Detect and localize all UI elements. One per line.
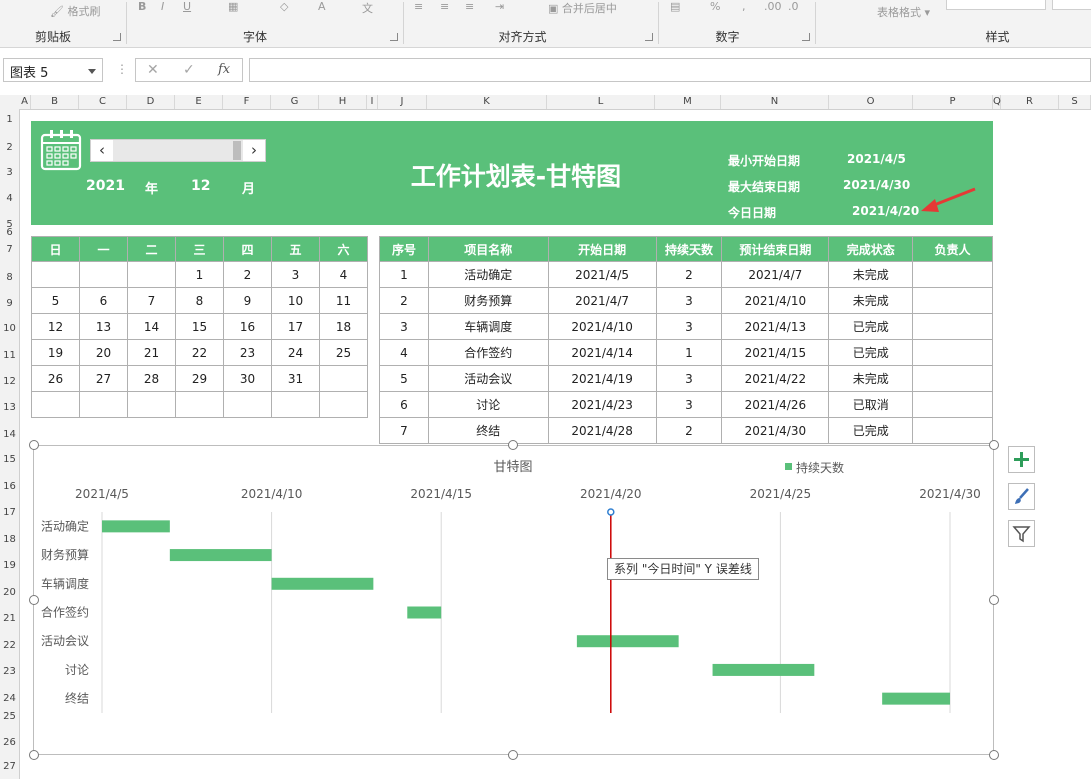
plus-icon (1014, 452, 1029, 467)
resize-handle[interactable] (29, 440, 39, 450)
y-category-label: 活动会议 (41, 634, 89, 648)
chart-styles-button[interactable] (1008, 483, 1035, 510)
gantt-chart-plot: 甘特图 持续天数 2021/4/5 2021/4/10 2021/4/15 2021/4/… (41, 460, 981, 713)
gantt-bar (102, 520, 170, 533)
resize-handle[interactable] (989, 440, 999, 450)
resize-handle[interactable] (989, 750, 999, 760)
chart-tooltip: 系列 "今日时间" Y 误差线 (607, 558, 759, 580)
gantt-bar (407, 606, 442, 619)
x-tick-label: 2021/4/20 (580, 487, 642, 501)
y-category-label: 合作签约 (41, 605, 89, 620)
y-category-label: 讨论 (65, 663, 89, 677)
legend-swatch (785, 463, 792, 470)
x-tick-label: 2021/4/10 (241, 487, 303, 501)
gantt-bar (712, 663, 815, 676)
gantt-bar (576, 635, 679, 648)
resize-handle[interactable] (989, 595, 999, 605)
today-line-handle (607, 508, 615, 516)
filter-icon (1012, 526, 1031, 543)
x-tick-label: 2021/4/30 (919, 487, 981, 501)
y-category-label: 车辆调度 (41, 576, 89, 591)
x-tick-label: 2021/4/15 (410, 487, 472, 501)
x-tick-label: 2021/4/25 (750, 487, 812, 501)
chart-title: 甘特图 (493, 460, 532, 475)
y-category-label: 财务预算 (41, 547, 89, 562)
y-category-label: 活动确定 (41, 518, 89, 533)
chart-elements-button[interactable] (1008, 446, 1035, 473)
x-tick-label: 2021/4/5 (75, 487, 129, 501)
resize-handle[interactable] (29, 750, 39, 760)
resize-handle[interactable] (508, 440, 518, 450)
resize-handle[interactable] (29, 595, 39, 605)
legend-label: 持续天数 (796, 460, 844, 475)
resize-handle[interactable] (508, 750, 518, 760)
gantt-bar (169, 549, 272, 562)
gantt-bar (271, 577, 374, 590)
brush-icon (1015, 488, 1029, 504)
y-category-label: 终结 (65, 691, 89, 706)
chart-filters-button[interactable] (1008, 520, 1035, 547)
gantt-bar (882, 692, 950, 705)
